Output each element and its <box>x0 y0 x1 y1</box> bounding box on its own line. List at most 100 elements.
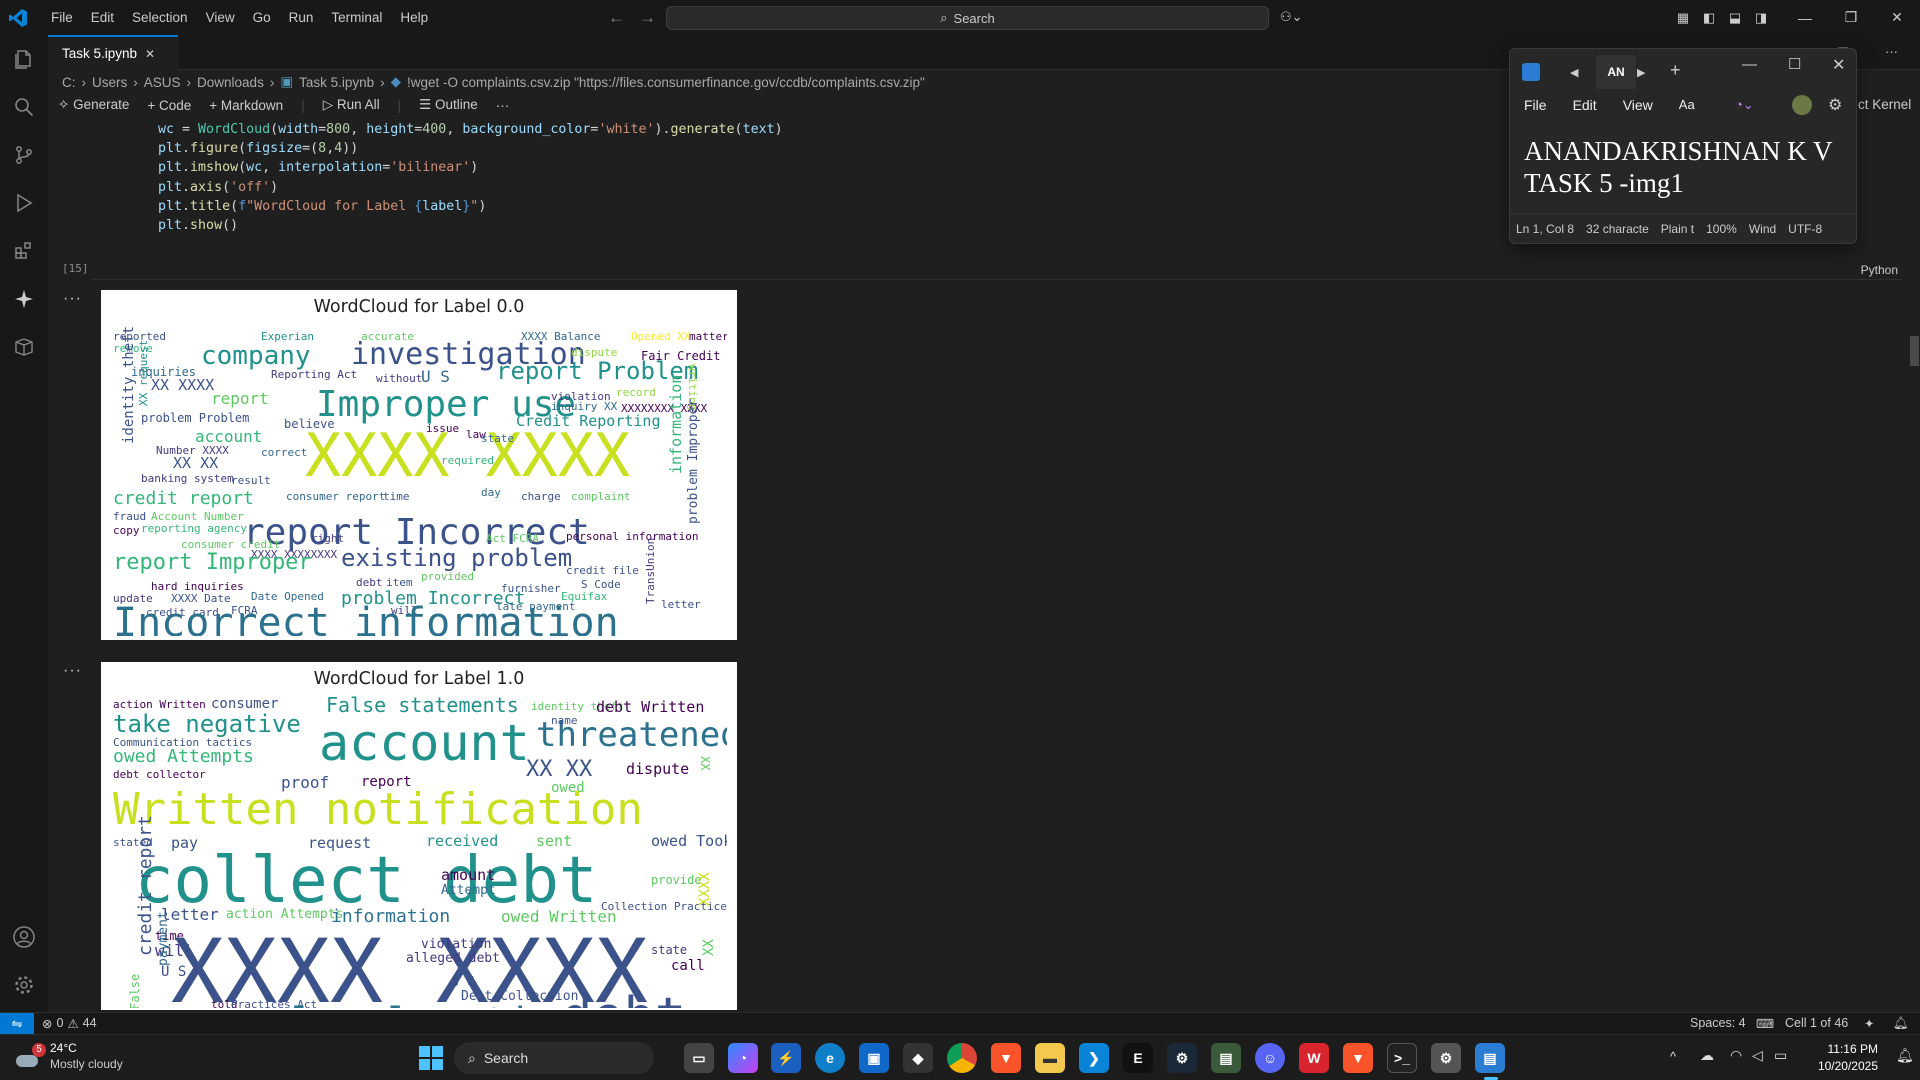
more-actions-icon[interactable]: ··· <box>1885 44 1898 59</box>
file-explorer-icon[interactable]: ▬ <box>1035 1043 1065 1073</box>
tab-task5-notebook[interactable]: Task 5.ipynb ✕ <box>48 35 178 70</box>
notepad-menu-file[interactable]: File <box>1524 97 1547 113</box>
notepad-minimize-icon[interactable]: — <box>1742 56 1757 73</box>
app-icon[interactable]: ▤ <box>1211 1043 1241 1073</box>
onedrive-icon[interactable]: ☁ <box>1700 1047 1714 1064</box>
menu-go[interactable]: Go <box>244 10 280 25</box>
search-sidebar-icon[interactable] <box>12 95 36 119</box>
notepad-tab[interactable]: AN <box>1596 55 1636 89</box>
breadcrumb-cell[interactable]: !wget -O complaints.csv.zip "https://fil… <box>407 75 925 90</box>
taskbar-search-box[interactable]: ⌕ Search <box>454 1042 654 1074</box>
select-kernel-button[interactable]: ct Kernel <box>1858 97 1911 112</box>
add-markdown-button[interactable]: + Markdown <box>209 98 283 113</box>
store-icon[interactable]: ▣ <box>859 1043 889 1073</box>
edge-icon[interactable]: e <box>815 1043 845 1073</box>
start-windows-icon[interactable] <box>418 1045 444 1071</box>
extensions-icon[interactable] <box>12 239 36 263</box>
code-cell-editor[interactable]: wc = WordCloud(width=800, height=400, ba… <box>158 120 783 235</box>
notebook-layout-icon[interactable]: ⌨ <box>1756 1016 1774 1031</box>
back-arrow-icon[interactable]: ← <box>608 8 625 28</box>
toggle-secondary-sidebar-icon[interactable]: ◨ <box>1748 10 1774 26</box>
task-view-icon[interactable]: ▭ <box>684 1043 714 1073</box>
menu-run[interactable]: Run <box>280 10 323 25</box>
notification-center-icon[interactable]: 🔔︎ <box>1896 1047 1914 1064</box>
run-debug-icon[interactable] <box>12 191 36 215</box>
chrome-icon[interactable] <box>947 1043 977 1073</box>
settings-gear-icon[interactable]: ⚙ <box>1431 1043 1461 1073</box>
breadcrumb-users[interactable]: Users <box>92 75 127 90</box>
outline-button[interactable]: ☰ Outline <box>419 97 478 113</box>
remote-indicator-icon[interactable]: ⇋ <box>0 1013 34 1034</box>
notepad-taskbar-icon[interactable]: ▤ <box>1475 1043 1505 1073</box>
packages-icon[interactable] <box>12 335 36 359</box>
epic-games-icon[interactable]: E <box>1123 1043 1153 1073</box>
brave-nightly-icon[interactable]: ▼ <box>1343 1043 1373 1073</box>
menu-file[interactable]: File <box>42 10 82 25</box>
toolbar-more-button[interactable]: ··· <box>496 98 510 113</box>
menu-selection[interactable]: Selection <box>123 10 197 25</box>
app-icon[interactable]: ◆ <box>903 1043 933 1073</box>
restore-icon[interactable]: ❐ <box>1828 9 1874 26</box>
copilot-chat-icon[interactable] <box>12 287 36 311</box>
menu-help[interactable]: Help <box>391 10 437 25</box>
volume-icon[interactable]: ◁ <box>1752 1047 1763 1064</box>
add-code-button[interactable]: + Code <box>147 98 191 113</box>
problems-indicator[interactable]: ⊗ 0 ⚠ 44 <box>42 1016 97 1031</box>
breadcrumb-file[interactable]: Task 5.ipynb <box>299 75 374 90</box>
close-window-icon[interactable]: ✕ <box>1874 9 1920 26</box>
weather-widget[interactable]: 5 <box>14 1043 46 1071</box>
copilot-icon[interactable]: ⚇⌄ <box>1280 9 1303 25</box>
cell-language-label[interactable]: Python <box>1861 263 1898 277</box>
breadcrumb-downloads[interactable]: Downloads <box>197 75 264 90</box>
show-hidden-icons-chevron-icon[interactable]: ^ <box>1670 1049 1676 1064</box>
command-center-search[interactable]: ⌕ Search <box>666 6 1269 30</box>
breadcrumb-drive[interactable]: C: <box>62 75 76 90</box>
discord-icon[interactable]: ☺ <box>1255 1043 1285 1073</box>
clock-date[interactable]: 10/20/2025 <box>1808 1059 1878 1073</box>
notepad-menu-edit[interactable]: Edit <box>1573 97 1597 113</box>
vs-icon[interactable]: ⚡ <box>771 1043 801 1073</box>
indentation-indicator[interactable]: Spaces: 4 <box>1690 1016 1746 1030</box>
menu-edit[interactable]: Edit <box>82 10 123 25</box>
generate-button[interactable]: ✧ Generate <box>58 97 129 113</box>
battery-icon[interactable]: ▭ <box>1774 1047 1787 1064</box>
notifications-bell-icon[interactable]: 🔔︎ <box>1893 1016 1909 1031</box>
clock-time[interactable]: 11:16 PM <box>1818 1042 1878 1056</box>
breadcrumb-asus[interactable]: ASUS <box>144 75 181 90</box>
toggle-panel-icon[interactable]: ⬓ <box>1722 10 1748 26</box>
minimize-icon[interactable]: — <box>1782 10 1828 26</box>
profile-avatar[interactable] <box>1792 95 1812 115</box>
source-control-icon[interactable] <box>12 143 36 167</box>
cell-indicator[interactable]: Cell 1 of 46 <box>1785 1016 1848 1030</box>
new-tab-plus-icon[interactable]: + <box>1670 60 1681 81</box>
notepad-maximize-icon[interactable]: ☐ <box>1788 55 1801 73</box>
run-all-button[interactable]: ▷ Run All <box>323 97 380 113</box>
text-format-icon[interactable]: Aa <box>1679 97 1695 113</box>
brave-icon[interactable]: ▼ <box>991 1043 1021 1073</box>
wifi-icon[interactable]: ◠ <box>1730 1047 1742 1064</box>
terminal-icon[interactable]: >_ <box>1387 1043 1417 1073</box>
vscode-taskbar-icon[interactable]: ❯ <box>1079 1043 1109 1073</box>
notepad-settings-gear-icon[interactable]: ⚙ <box>1828 95 1842 115</box>
wps-icon[interactable]: W <box>1299 1043 1329 1073</box>
manage-gear-icon[interactable] <box>12 973 36 997</box>
output-menu-dots[interactable]: ··· <box>63 662 82 680</box>
copilot-icon[interactable]: ◔⌄ <box>1735 97 1754 113</box>
copilot-app-icon[interactable]: ◔ <box>728 1043 758 1073</box>
toggle-sidebar-icon[interactable]: ◧ <box>1696 10 1722 26</box>
menu-terminal[interactable]: Terminal <box>322 10 391 25</box>
tab-close-icon[interactable]: ✕ <box>145 47 155 61</box>
notepad-close-icon[interactable]: ✕ <box>1832 55 1845 75</box>
accounts-icon[interactable] <box>12 925 36 949</box>
output-menu-dots[interactable]: ··· <box>63 290 82 308</box>
explorer-icon[interactable] <box>12 47 36 71</box>
tab-scroll-right-icon[interactable]: ▶ <box>1637 66 1645 79</box>
steam-icon[interactable]: ⚙ <box>1167 1043 1197 1073</box>
customize-layout-icon[interactable]: ▦ <box>1670 10 1696 26</box>
forward-arrow-icon[interactable]: → <box>639 8 656 28</box>
editor-scrollbar-thumb[interactable] <box>1910 336 1919 366</box>
notepad-text-area[interactable]: ANANDAKRISHNAN K V TASK 5 -img1 <box>1524 135 1833 199</box>
notepad-menu-view[interactable]: View <box>1623 97 1653 113</box>
copilot-status-icon[interactable]: ✦ <box>1864 1016 1874 1031</box>
tab-scroll-left-icon[interactable]: ◀ <box>1570 66 1578 79</box>
